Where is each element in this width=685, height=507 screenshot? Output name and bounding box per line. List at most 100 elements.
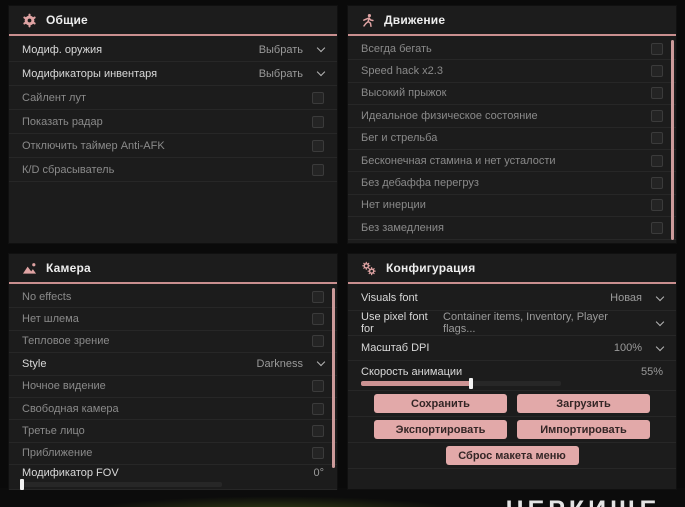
dropdown-value: Darkness	[256, 357, 303, 370]
settings-row: Без замедления	[348, 217, 676, 240]
slider-handle[interactable]	[469, 377, 473, 389]
setting-label: Ночное видение	[22, 380, 106, 393]
setting-label: No effects	[22, 290, 72, 303]
panel-general: Общие Модиф. оружия Выбрать Модификаторы и…	[8, 5, 338, 244]
slider-handle[interactable]	[20, 478, 24, 490]
movement-scrollbar[interactable]	[671, 40, 674, 240]
checkbox[interactable]	[651, 87, 663, 100]
dropdown-value: Новая	[610, 292, 642, 304]
checkbox[interactable]	[312, 163, 324, 176]
panel-title: Камера	[46, 261, 91, 275]
setting-label: Visuals font	[361, 292, 418, 304]
checkbox[interactable]	[651, 109, 663, 122]
settings-row: Бег и стрельба	[348, 128, 676, 150]
settings-row: Без дебаффа перегруз	[348, 172, 676, 195]
settings-row: Идеальное физическое состояние	[348, 105, 676, 128]
game-background: ЧЕРКИЩЕ	[0, 488, 685, 507]
setting-label: Use pixel font for	[361, 311, 428, 335]
settings-row: Нет инерции	[348, 195, 676, 218]
setting-label: Нет шлема	[22, 313, 79, 326]
settings-row: Третье лицо	[9, 420, 337, 443]
mod-menu-overlay: ЧЕРКИЩЕ Общие	[0, 0, 685, 507]
settings-row: Показать радар	[9, 110, 337, 134]
checkbox[interactable]	[651, 177, 663, 190]
panel-movement-header: Движение	[348, 6, 676, 34]
setting-label: Бег и стрельба	[361, 132, 438, 145]
checkbox[interactable]	[312, 447, 324, 460]
settings-row: Масштаб DPI 100%	[348, 336, 676, 361]
settings-row: Скорость анимации 55%	[348, 361, 676, 391]
setting-label: Style	[22, 357, 47, 370]
setting-label: Speed hack x2.3	[361, 65, 443, 78]
setting-label: Идеальное физическое состояние	[361, 109, 538, 122]
dropdown-value: Выбрать	[258, 67, 303, 80]
panel-general-header: Общие	[9, 6, 337, 34]
setting-label: Третье лицо	[22, 425, 85, 438]
setting-label: Тепловое зрение	[22, 335, 110, 348]
checkbox[interactable]	[312, 335, 324, 348]
setting-label: Модификатор FOV	[22, 466, 119, 479]
checkbox[interactable]	[651, 154, 663, 167]
settings-row: Тепловое зрение	[9, 331, 337, 354]
camera-scrollbar[interactable]	[332, 288, 335, 468]
action-button[interactable]: Загрузить	[517, 394, 650, 413]
setting-label: Показать радар	[22, 115, 103, 128]
checkbox[interactable]	[312, 139, 324, 152]
settings-row: Style Darkness	[9, 353, 337, 376]
dropdown[interactable]: Выбрать	[259, 44, 326, 56]
dropdown[interactable]: Darkness	[256, 357, 326, 370]
slider[interactable]	[20, 478, 222, 490]
button-row: Экспортировать Импортировать	[348, 417, 676, 443]
settings-row: Speed hack x2.3	[348, 60, 676, 83]
dropdown[interactable]: Container items, Inventory, Player flags…	[443, 311, 665, 335]
checkbox[interactable]	[312, 402, 324, 415]
checkbox[interactable]	[312, 313, 324, 326]
slider-fill	[361, 380, 471, 386]
setting-label: Модиф. оружия	[22, 43, 103, 56]
gears-icon	[361, 261, 377, 276]
setting-label: Скорость анимации	[361, 365, 463, 378]
setting-label: Нет инерции	[361, 199, 426, 212]
dropdown-value: Container items, Inventory, Player flags…	[443, 311, 608, 335]
checkbox[interactable]	[312, 115, 324, 128]
setting-label: Свободная камера	[22, 402, 119, 415]
dropdown[interactable]: Выбрать	[258, 67, 326, 80]
dropdown[interactable]: 100%	[613, 342, 665, 354]
settings-row: Модиф. оружия Выбрать	[9, 38, 337, 62]
checkbox[interactable]	[312, 290, 324, 303]
checkbox[interactable]	[651, 221, 663, 234]
settings-row: Свободная камера	[9, 398, 337, 421]
action-button[interactable]: Экспортировать	[374, 420, 507, 439]
checkbox[interactable]	[651, 42, 663, 55]
panel-title: Движение	[384, 13, 446, 27]
action-button[interactable]: Сброс макета меню	[445, 446, 579, 465]
panel-camera-header: Камера	[9, 254, 337, 282]
settings-row: К/D сбрасыватель	[9, 158, 337, 182]
checkbox[interactable]	[651, 65, 663, 78]
setting-label: К/D сбрасыватель	[22, 163, 115, 176]
dropdown[interactable]: Новая	[610, 292, 665, 304]
action-button[interactable]: Импортировать	[517, 420, 650, 439]
slider-value: 55%	[640, 365, 663, 378]
checkbox[interactable]	[651, 199, 663, 212]
checkbox[interactable]	[312, 425, 324, 438]
grass-glow	[80, 496, 470, 507]
setting-label: Без дебаффа перегруз	[361, 177, 479, 190]
settings-row: Ночное видение	[9, 376, 337, 398]
chevron-down-icon	[655, 342, 665, 351]
settings-row: Нет шлема	[9, 308, 337, 331]
image-icon	[22, 261, 37, 276]
setting-label: Масштаб DPI	[361, 342, 430, 354]
setting-label: Приближение	[22, 447, 93, 460]
button-row: Сохранить Загрузить	[348, 391, 676, 417]
action-button[interactable]: Сохранить	[374, 394, 507, 413]
runner-icon	[361, 13, 375, 28]
slider[interactable]	[361, 377, 561, 389]
checkbox[interactable]	[312, 91, 324, 104]
chevron-down-icon	[316, 67, 326, 77]
checkbox[interactable]	[651, 132, 663, 145]
checkbox[interactable]	[312, 380, 324, 393]
panel-movement: Движение Всегда бегать Speed hack x2.3 Выс…	[347, 5, 677, 244]
gear-icon	[22, 13, 37, 28]
dropdown-value: 100%	[613, 342, 642, 354]
